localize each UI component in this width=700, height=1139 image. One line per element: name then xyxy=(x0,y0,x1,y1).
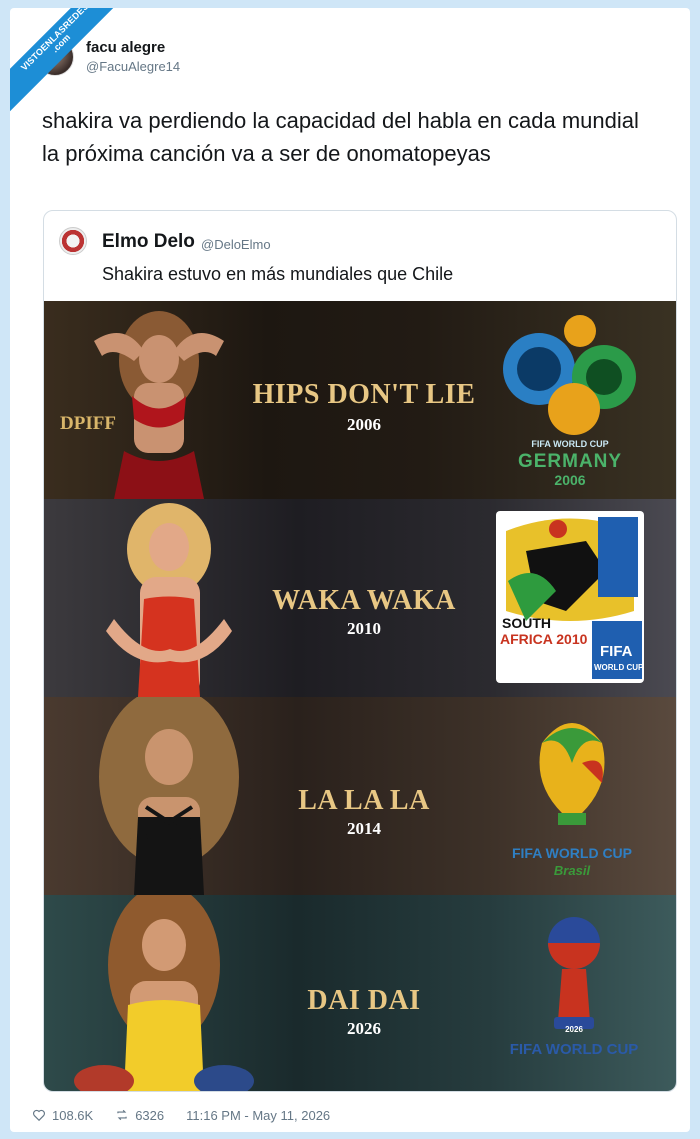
sa-logo-line2: AFRICA 2010 xyxy=(500,631,588,647)
song-year-2014: 2014 xyxy=(347,819,381,838)
retweet-icon[interactable] xyxy=(115,1108,129,1122)
watermark-line1: VISTOENLASREDES xyxy=(18,8,91,73)
quoted-tweet-text: Shakira estuvo en más mundiales que Chil… xyxy=(102,264,454,284)
south-africa-2010-logo: SOUTH AFRICA 2010 FIFA WORLD CUP xyxy=(496,511,644,683)
tweet-timestamp[interactable]: 11:16 PM - May 11, 2026 xyxy=(186,1108,330,1123)
song-title-2014: LA LA LA xyxy=(298,785,430,816)
retweet-count[interactable]: 6326 xyxy=(135,1108,164,1123)
fifa-2026-logo-line1: 2026 xyxy=(565,1025,583,1034)
sa-logo-line1: SOUTH xyxy=(502,615,551,631)
song-year-2010: 2010 xyxy=(347,619,381,638)
tweet-text: shakira va perdiendo la capacidad del ha… xyxy=(42,108,639,166)
song-title-2006: HIPS DON'T LIE xyxy=(252,379,476,410)
panel-2026: DAI DAI 2026 2026 FIFA WORLD CUP xyxy=(44,895,676,1091)
like-count[interactable]: 108.6K xyxy=(52,1108,93,1123)
song-year-2026: 2026 xyxy=(347,1019,381,1038)
fifa-2026-trophy-icon xyxy=(548,917,600,1029)
brasil-logo-line2: Brasil xyxy=(553,863,591,878)
panel-2010: WAKA WAKA 2010 SOUTH AFRICA 2010 FIFA WO… xyxy=(44,499,676,697)
song-title-2010: WAKA WAKA xyxy=(272,585,456,616)
watermark-ribbon: VISTOENLASREDES .com xyxy=(10,8,120,118)
germany-logo-line2: GERMANY xyxy=(517,451,623,472)
shakira-2006-figure xyxy=(94,311,224,499)
quoted-author-avatar[interactable] xyxy=(59,227,87,255)
song-year-2006: 2006 xyxy=(347,415,381,434)
heart-icon[interactable] xyxy=(32,1108,46,1122)
quoted-author-handle[interactable]: @DeloElmo xyxy=(201,237,271,252)
germany-logo-line1: FIFA WORLD CUP xyxy=(531,439,609,449)
tweet-card: VISTOENLASREDES .com facu alegre @FacuAl… xyxy=(10,8,690,1132)
meme-image[interactable]: DPIFF HIPS DON'T LIE 2006 FIFA WORLD CUP… xyxy=(44,301,676,1091)
shakira-2014-figure xyxy=(99,697,239,895)
sa-logo-line3: FIFA xyxy=(600,643,633,660)
fifa-2026-logo-line2: FIFA WORLD CUP xyxy=(509,1041,639,1058)
dpiff-badge: DPIFF xyxy=(60,413,116,434)
brasil-logo-line1: FIFA WORLD CUP xyxy=(511,845,633,861)
song-title-2026: DAI DAI xyxy=(307,985,421,1016)
germany-logo-line3: 2006 xyxy=(554,472,586,488)
shakira-2026-figure xyxy=(74,895,254,1091)
brasil-2014-trophy-icon xyxy=(539,723,605,825)
quoted-author-name[interactable]: Elmo Delo xyxy=(102,231,195,253)
sa-logo-line4: WORLD CUP xyxy=(594,663,644,672)
panel-2014: LA LA LA 2014 FIFA WORLD CUP Brasil xyxy=(44,697,676,895)
panel-2006: DPIFF HIPS DON'T LIE 2006 FIFA WORLD CUP… xyxy=(44,301,676,499)
tweet-footer: 108.6K 6326 11:16 PM - May 11, 2026 xyxy=(32,1106,330,1124)
quoted-tweet[interactable]: Elmo Delo @DeloElmo Shakira estuvo en má… xyxy=(43,210,677,1092)
